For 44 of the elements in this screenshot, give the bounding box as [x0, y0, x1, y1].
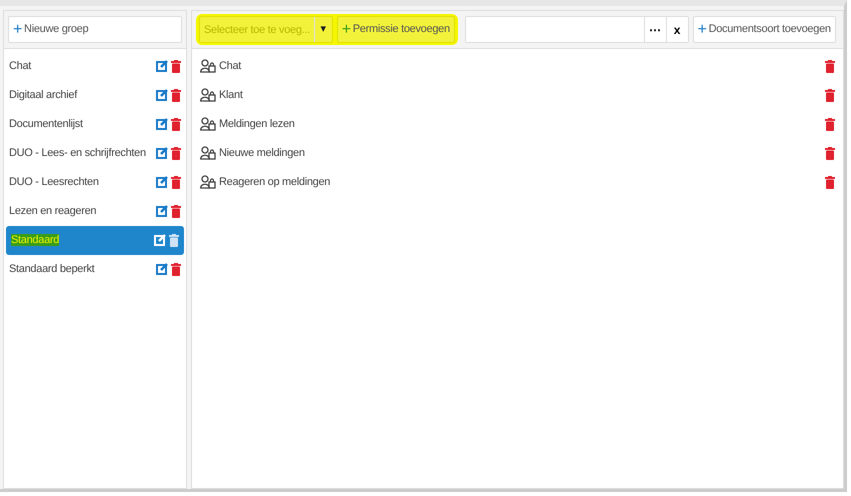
delete-icon[interactable] [171, 262, 181, 276]
group-item[interactable]: Standaard beperkt [4, 254, 186, 284]
delete-icon[interactable] [171, 176, 181, 189]
permission-select[interactable]: Selecteer toe te voeg... ▾ [199, 16, 333, 43]
add-document-type-button[interactable]: +Documentsoort toevoegen [692, 16, 836, 43]
document-type-field[interactable]: ⋯ x [464, 16, 689, 43]
delete-icon[interactable] [169, 234, 179, 247]
user-lock-icon [200, 175, 216, 190]
delete-icon[interactable] [171, 60, 181, 73]
edit-icon[interactable] [156, 60, 168, 72]
permission-name: Reageren op meldingen [219, 175, 332, 190]
permission-name: Meldingen lezen [219, 117, 296, 132]
delete-icon[interactable] [825, 88, 835, 102]
edit-icon[interactable] [156, 118, 168, 130]
delete-icon[interactable] [171, 88, 181, 102]
delete-icon[interactable] [825, 60, 835, 73]
edit-icon[interactable] [156, 205, 168, 218]
user-lock-icon [200, 117, 216, 132]
group-item[interactable]: Chat [4, 52, 186, 81]
delete-icon[interactable] [171, 118, 181, 131]
group-item[interactable]: Documentenlijst [4, 110, 186, 139]
group-item[interactable]: Lezen en reageren [4, 196, 186, 226]
delete-icon[interactable] [825, 118, 835, 131]
delete-icon[interactable] [171, 146, 181, 160]
permission-name: Chat [219, 59, 242, 74]
user-lock-icon [200, 146, 216, 160]
group-item[interactable]: DUO - Leesrechten [4, 168, 186, 197]
clear-button[interactable]: x [666, 17, 688, 42]
user-lock-icon [200, 88, 216, 102]
new-group-button[interactable]: +Nieuwe groep [8, 16, 182, 43]
delete-icon[interactable] [825, 176, 835, 189]
delete-icon[interactable] [171, 204, 181, 218]
group-item[interactable]: DUO - Lees- en schrijfrechten [4, 138, 186, 168]
select-input[interactable]: Selecteer toe te voeg... [200, 17, 312, 42]
permission-name: Nieuwe meldingen [219, 146, 306, 161]
add-permission-button[interactable]: +Permissie toevoegen [336, 16, 455, 43]
edit-icon[interactable] [156, 263, 168, 276]
edit-icon[interactable] [156, 147, 168, 160]
group-item[interactable]: Digitaal archief [4, 80, 186, 110]
edit-icon[interactable] [156, 89, 168, 102]
permission-name: Klant [219, 88, 244, 103]
user-lock-icon [200, 59, 216, 74]
delete-icon[interactable] [825, 146, 835, 160]
edit-icon[interactable] [156, 176, 168, 188]
